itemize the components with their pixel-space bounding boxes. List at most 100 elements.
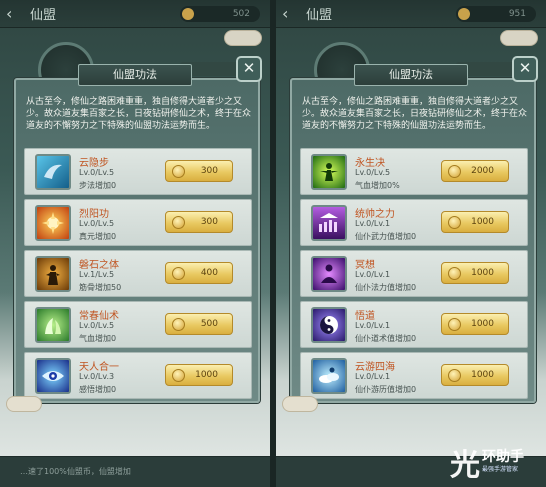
watermark-subtitle: 最强手游管家	[482, 466, 519, 473]
close-button[interactable]: ✕	[236, 56, 262, 82]
upgrade-cost: 2000	[471, 166, 494, 176]
skill-effect: 真元增加0	[79, 232, 117, 241]
eternal-life-icon	[311, 154, 347, 190]
commander-icon	[311, 205, 347, 241]
skill-name: 烈阳功	[79, 209, 109, 220]
skill-effect: 仙仆游历值增加0	[355, 385, 417, 394]
upgrade-button[interactable]: 2000	[441, 160, 509, 182]
coin-icon	[172, 215, 185, 229]
top-bar: ‹ 仙盟 951	[276, 0, 546, 28]
back-icon[interactable]: ‹	[6, 4, 24, 23]
coin-icon	[458, 8, 470, 20]
skill-effect: 仙仆法力值增加0	[355, 283, 417, 292]
bottom-status-text: …速了100%仙盟币，仙盟增加	[20, 467, 131, 476]
travel-cloud-icon	[311, 358, 347, 394]
skill-list: 云隐步 Lv.0/Lv.5 步法增加0 300 烈阳功 Lv.0/Lv.5 真元…	[24, 148, 252, 403]
skill-effect: 仙仆道术值增加0	[355, 334, 417, 343]
upgrade-button[interactable]: 1000	[441, 313, 509, 335]
skill-level: Lv.0/Lv.5	[79, 219, 115, 228]
panel-description: 从古至今，修仙之路困难重重，独自修得大道者少之又少。故众道友集百家之长，日夜钻研…	[302, 97, 528, 131]
skill-effect: 气血增加0%	[355, 181, 400, 190]
skill-level: Lv.0/Lv.5	[355, 168, 391, 177]
panel-title: 仙盟功法	[354, 64, 468, 86]
skill-name: 悟道	[355, 311, 375, 322]
close-button[interactable]: ✕	[512, 56, 538, 82]
left-screen: ‹ 仙盟 502 仙盟功法 ✕ 从古至今，修仙之路困难重重，独自修得大道者少之又…	[0, 0, 270, 487]
skill-level: Lv.0/Lv.5	[79, 168, 115, 177]
upgrade-cost: 500	[200, 319, 218, 329]
skill-row: 悟道 Lv.0/Lv.1 仙仆道术值增加0 1000	[300, 301, 528, 348]
skill-row: 云隐步 Lv.0/Lv.5 步法增加0 300	[24, 148, 252, 195]
cloud-decoration-icon	[6, 396, 42, 412]
skill-name: 天人合一	[79, 362, 119, 373]
coin-icon	[172, 266, 185, 280]
coin-amount: 502	[232, 9, 250, 19]
skill-row: 统帅之力 Lv.0/Lv.1 仙仆武力值增加0 1000	[300, 199, 528, 246]
upgrade-button[interactable]: 300	[165, 211, 233, 233]
skill-name: 统帅之力	[355, 209, 395, 220]
coin-amount: 951	[508, 9, 526, 19]
upgrade-cost: 300	[200, 166, 218, 176]
upgrade-cost: 1000	[195, 370, 218, 380]
upgrade-cost: 1000	[471, 370, 494, 380]
page-title: 仙盟	[306, 8, 333, 23]
upgrade-button[interactable]: 400	[165, 262, 233, 284]
sun-fire-icon	[35, 205, 71, 241]
coin-icon	[448, 215, 461, 229]
skill-row: 冥想 Lv.0/Lv.1 仙仆法力值增加0 1000	[300, 250, 528, 297]
skill-level: Lv.0/Lv.1	[355, 321, 391, 330]
coin-icon	[172, 317, 185, 331]
upgrade-cost: 1000	[471, 217, 494, 227]
upgrade-button[interactable]: 1000	[441, 364, 509, 386]
skill-name: 云隐步	[79, 158, 109, 169]
coin-icon	[448, 266, 461, 280]
spring-magic-icon	[35, 307, 71, 343]
skill-row: 常春仙术 Lv.0/Lv.5 气血增加0 500	[24, 301, 252, 348]
skill-level: Lv.1/Lv.5	[79, 270, 115, 279]
skill-level: Lv.0/Lv.1	[355, 219, 391, 228]
skill-level: Lv.0/Lv.1	[355, 270, 391, 279]
upgrade-button[interactable]: 1000	[441, 262, 509, 284]
coin-icon	[172, 164, 185, 178]
currency-display: 951	[456, 6, 536, 22]
watermark-mark: 光	[450, 448, 480, 483]
skill-level: Lv.0/Lv.5	[79, 321, 115, 330]
skill-row: 云游四海 Lv.0/Lv.1 仙仆游历值增加0 1000	[300, 352, 528, 399]
skill-level: Lv.0/Lv.1	[355, 372, 391, 381]
skill-effect: 仙仆武力值增加0	[355, 232, 417, 241]
upgrade-cost: 1000	[471, 268, 494, 278]
currency-display: 502	[180, 6, 260, 22]
coin-icon	[172, 368, 185, 382]
skill-row: 磐石之体 Lv.1/Lv.5 筋骨增加50 400	[24, 250, 252, 297]
yin-yang-icon	[311, 307, 347, 343]
watermark-title: 环助手	[482, 449, 524, 465]
upgrade-cost: 1000	[471, 319, 494, 329]
skill-effect: 感悟增加0	[79, 385, 117, 394]
skill-name: 磐石之体	[79, 260, 119, 271]
cloud-decoration-icon	[282, 396, 318, 412]
skill-effect: 步法增加0	[79, 181, 117, 190]
right-screen: ‹ 仙盟 951 仙盟功法 ✕ 从古至今，修仙之路困难重重，独自修得大道者少之又…	[276, 0, 546, 487]
coin-icon	[448, 368, 461, 382]
skill-name: 常春仙术	[79, 311, 119, 322]
coin-icon	[448, 317, 461, 331]
watermark-logo: 光 环助手 最强手游管家	[450, 440, 544, 484]
skill-name: 永生决	[355, 158, 385, 169]
upgrade-cost: 400	[200, 268, 218, 278]
upgrade-button[interactable]: 500	[165, 313, 233, 335]
bottom-bar: …速了100%仙盟币，仙盟增加	[0, 456, 270, 487]
skill-effect: 气血增加0	[79, 334, 117, 343]
panel-title: 仙盟功法	[78, 64, 192, 86]
top-bar: ‹ 仙盟 502	[0, 0, 270, 28]
skill-list: 永生决 Lv.0/Lv.5 气血增加0% 2000 统帅之力 Lv.0/Lv.1…	[300, 148, 528, 403]
stone-body-icon	[35, 256, 71, 292]
upgrade-button[interactable]: 1000	[441, 211, 509, 233]
back-icon[interactable]: ‹	[282, 4, 300, 23]
cloud-decoration-icon	[500, 30, 538, 46]
cloud-decoration-icon	[224, 30, 262, 46]
upgrade-button[interactable]: 1000	[165, 364, 233, 386]
upgrade-button[interactable]: 300	[165, 160, 233, 182]
coin-icon	[448, 164, 461, 178]
skill-row: 天人合一 Lv.0/Lv.3 感悟增加0 1000	[24, 352, 252, 399]
skill-effect: 筋骨增加50	[79, 283, 122, 292]
